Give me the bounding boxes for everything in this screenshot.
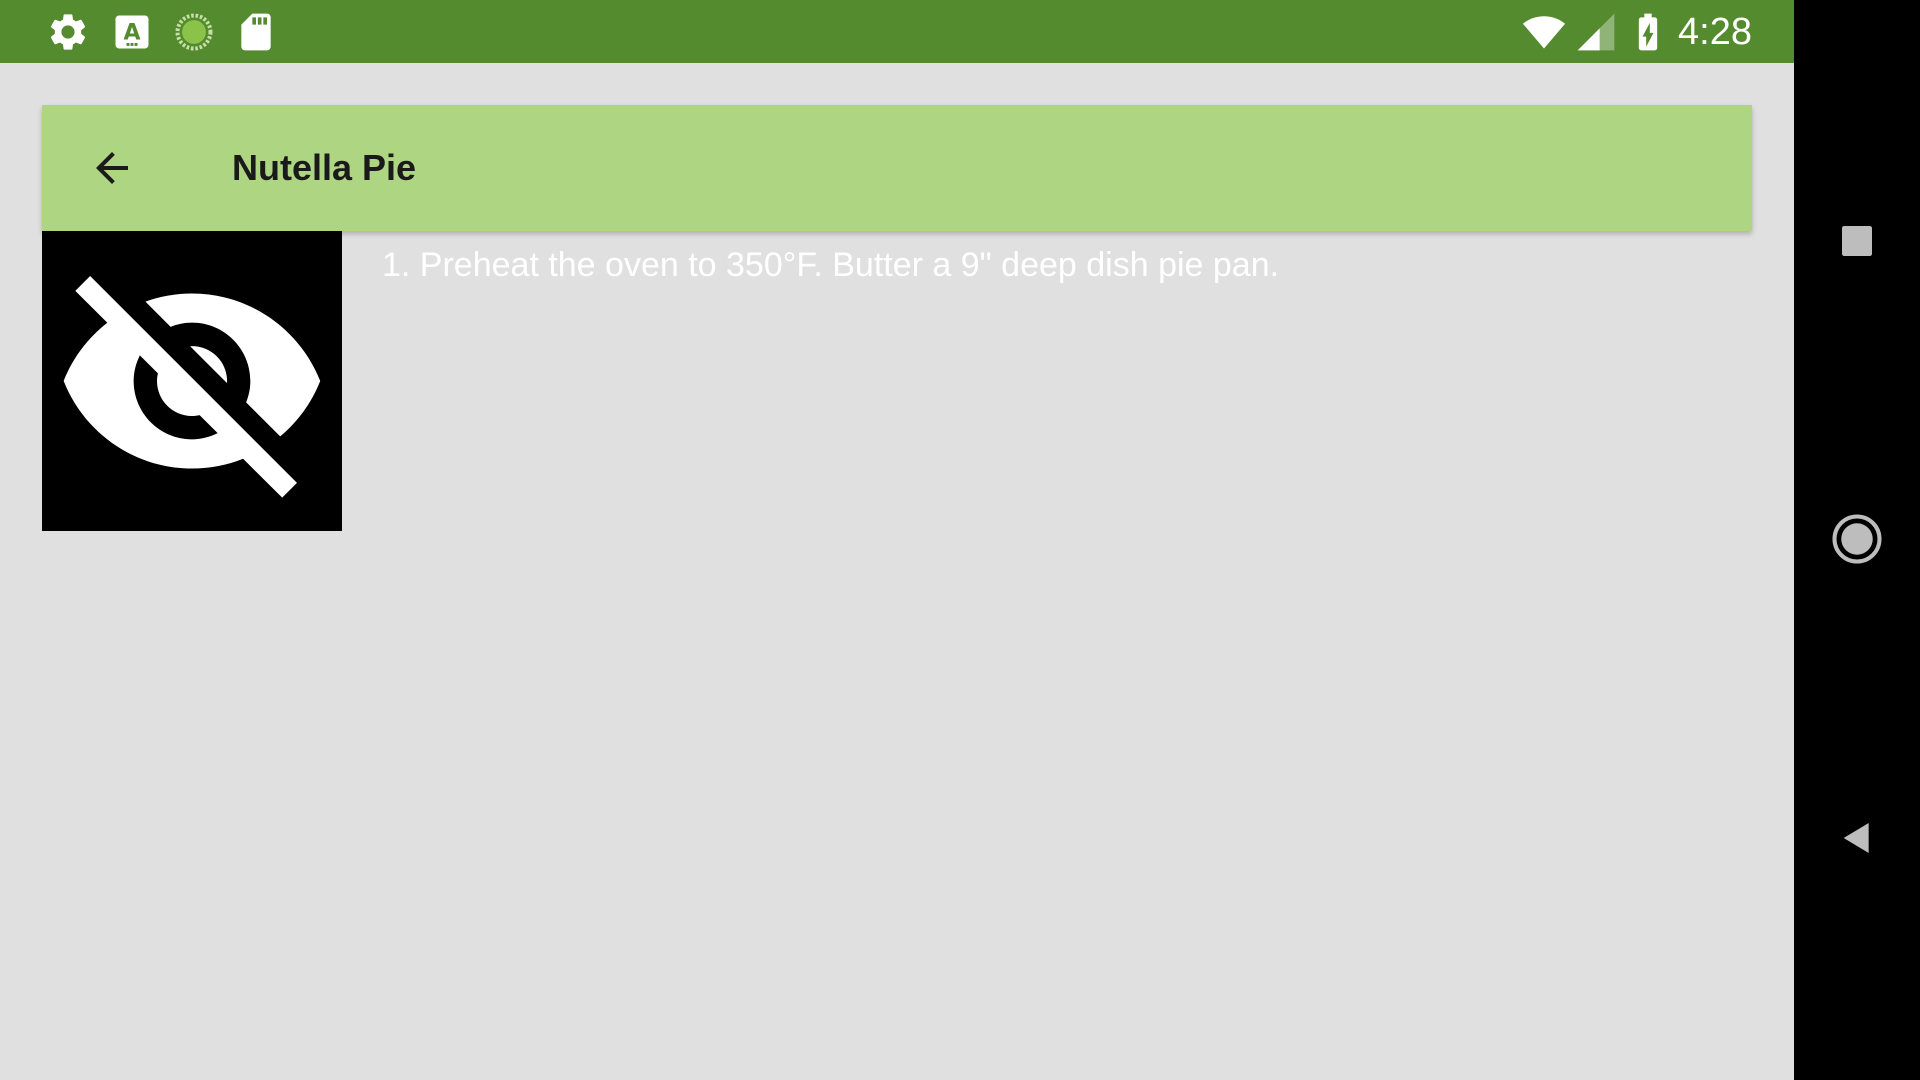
recents-button[interactable]: [1827, 211, 1887, 271]
arrow-back-icon: [96, 152, 128, 184]
recipe-step-card: Nutella Pie 1. Preheat the oven to 350°F…: [42, 105, 1752, 1080]
recents-square-icon: [1842, 226, 1872, 256]
visibility-off-icon: [63, 276, 321, 498]
home-button[interactable]: [1827, 509, 1887, 569]
step-image: [42, 231, 342, 531]
cell-signal-icon: [1574, 10, 1618, 54]
wifi-icon: [1522, 10, 1566, 54]
status-bar: A 4:28: [0, 0, 1794, 63]
keyboard-a-icon: A: [110, 10, 154, 54]
navigation-bar: [1794, 0, 1920, 1080]
svg-text:A: A: [123, 20, 140, 45]
battery-charging-icon: [1626, 10, 1670, 54]
home-circle-icon: [1832, 514, 1882, 564]
back-button[interactable]: [82, 138, 142, 198]
settings-icon: [46, 10, 90, 54]
app-screen: A 4:28 Nutella Pie 1. Preheat the oven t…: [0, 0, 1794, 1080]
toolbar: Nutella Pie: [42, 105, 1752, 231]
nav-back-button[interactable]: [1827, 808, 1887, 868]
sync-progress-icon: [172, 10, 216, 54]
sd-card-icon: [234, 10, 278, 54]
back-triangle-icon: [1843, 823, 1869, 853]
page-title: Nutella Pie: [232, 147, 417, 188]
step-instruction-text: 1. Preheat the oven to 350°F. Butter a 9…: [382, 246, 1280, 284]
status-clock: 4:28: [1678, 11, 1752, 53]
